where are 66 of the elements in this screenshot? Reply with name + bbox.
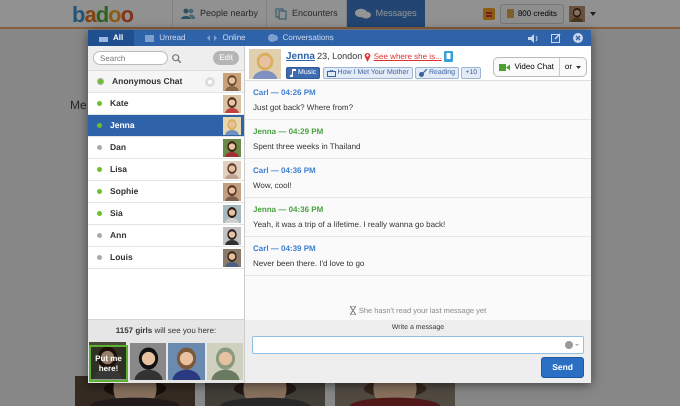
filter-tab[interactable]: Conversations xyxy=(256,30,345,46)
credits-button[interactable]: 800 credits xyxy=(500,4,564,24)
message-text: Spent three weeks in Thailand xyxy=(253,141,362,153)
contact-row[interactable]: Sia xyxy=(88,203,244,225)
tv-icon xyxy=(326,70,336,76)
contact-row[interactable]: Anonymous Chat xyxy=(88,71,244,93)
nav-tab[interactable]: Messages xyxy=(346,0,425,27)
close-icon[interactable] xyxy=(573,33,583,43)
hourglass-icon xyxy=(350,306,356,315)
message-text: Wow, cool! xyxy=(253,180,293,192)
filter-tab[interactable]: All xyxy=(88,30,134,46)
contact-name: Jenna xyxy=(110,119,136,132)
message-author: Carl — 04:39 PM xyxy=(253,243,317,255)
nav-tab[interactable]: People nearby xyxy=(172,0,266,27)
pin-icon xyxy=(364,52,372,62)
contact-row[interactable]: Jenna xyxy=(88,115,244,137)
camera-icon xyxy=(499,64,510,70)
filter-tab[interactable]: Unread xyxy=(134,30,196,46)
contact-name: Sophie xyxy=(110,185,140,198)
video-chat-button[interactable]: Video Chat xyxy=(494,58,559,76)
chat-icon xyxy=(354,8,371,20)
search-icon[interactable] xyxy=(172,54,181,62)
caret-icon xyxy=(576,66,581,68)
message-author: Carl — 04:26 PM xyxy=(253,87,317,99)
contact-name: Ann xyxy=(110,229,128,242)
message-author: Jenna — 04:36 PM xyxy=(253,204,324,216)
contact-name: Sia xyxy=(110,207,124,220)
contact-row[interactable]: Lisa xyxy=(88,159,244,181)
arrows-icon xyxy=(207,35,218,41)
nav-tab[interactable]: Encounters xyxy=(266,0,346,27)
contact-name: Kate xyxy=(110,97,130,110)
contact-name: Dan xyxy=(110,141,128,154)
page-heading: Me xyxy=(70,99,87,111)
inbox-icon xyxy=(99,34,108,42)
send-button[interactable]: Send xyxy=(541,357,584,378)
guitar-icon xyxy=(418,69,427,77)
message-author: Carl — 04:36 PM xyxy=(253,165,317,177)
envelope-icon xyxy=(145,34,154,42)
filter-tab[interactable]: Online xyxy=(196,30,257,46)
profile-name[interactable]: Jenna xyxy=(286,49,315,64)
people-icon xyxy=(181,8,195,19)
profile-details: 23, London xyxy=(317,50,362,63)
contact-row[interactable]: Dan xyxy=(88,137,244,159)
caret-icon[interactable] xyxy=(590,12,596,16)
contact-name: Anonymous Chat xyxy=(112,75,184,88)
location-link[interactable]: See where she is... xyxy=(374,50,442,62)
contact-name: Lisa xyxy=(110,163,128,176)
message-text: Yeah, it was a trip of a lifetime. I really wanna go back! xyxy=(253,219,446,231)
cards-icon xyxy=(275,8,288,20)
message-input[interactable] xyxy=(252,336,584,354)
contact-name: Louis xyxy=(110,251,134,264)
message-text: Just got back? Where from? xyxy=(253,102,354,114)
phone-icon xyxy=(444,51,453,62)
promo-text: 1157 girls will see you here: xyxy=(114,325,218,337)
music-note-icon xyxy=(290,69,296,77)
contact-row[interactable]: Kate xyxy=(88,93,244,115)
contact-row[interactable]: Louis xyxy=(88,247,244,269)
contact-row[interactable]: Ann xyxy=(88,225,244,247)
bubbles-icon xyxy=(268,34,278,42)
message-text: Never been there. I'd love to go xyxy=(253,258,366,270)
search-field[interactable]: Search xyxy=(93,51,168,65)
message-author: Jenna — 04:29 PM xyxy=(253,126,324,138)
compose-icon[interactable] xyxy=(551,33,561,43)
contact-row[interactable]: Sophie xyxy=(88,181,244,203)
speaker-icon[interactable] xyxy=(528,34,539,42)
or-dropdown[interactable]: or xyxy=(558,58,586,76)
